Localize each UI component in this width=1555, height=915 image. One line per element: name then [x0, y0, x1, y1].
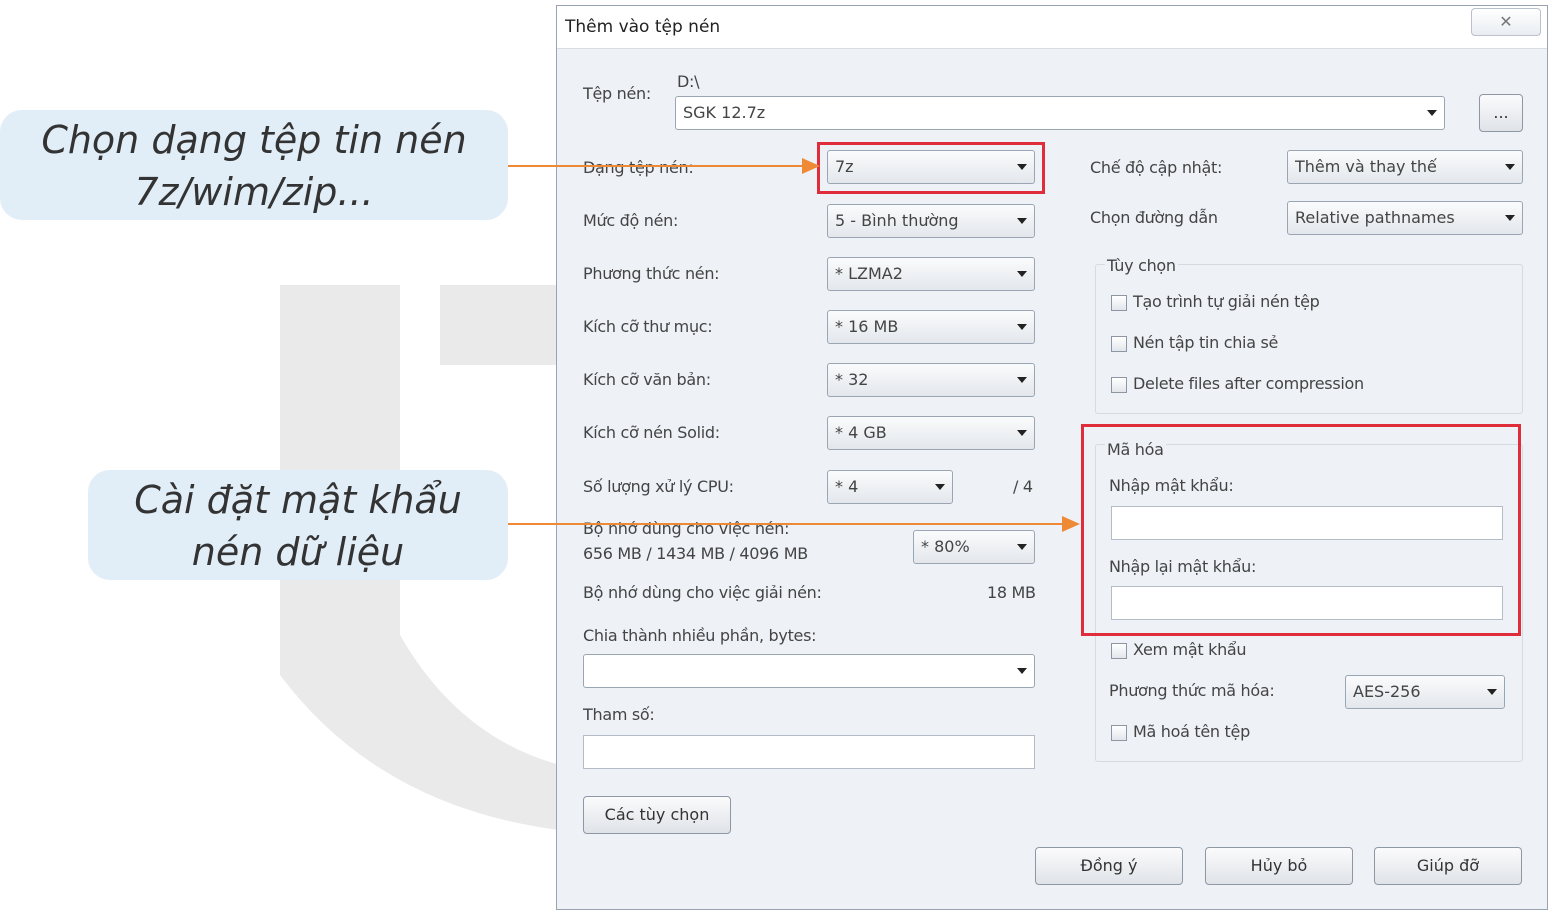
- browse-button[interactable]: ...: [1479, 94, 1523, 132]
- threads-combo[interactable]: * 4: [827, 470, 953, 504]
- checkbox-icon: [1111, 376, 1127, 393]
- callout-password: Cài đặt mật khẩu nén dữ liệu: [88, 470, 508, 580]
- callout-format: Chọn dạng tệp tin nén 7z/wim/zip...: [0, 110, 508, 220]
- callout-format-line1: Chọn dạng tệp tin nén: [41, 118, 467, 162]
- close-button[interactable]: ✕: [1471, 8, 1541, 36]
- options-button[interactable]: Các tùy chọn: [583, 796, 731, 834]
- method-combo[interactable]: * LZMA2: [827, 257, 1035, 291]
- word-label: Kích cỡ văn bản:: [583, 370, 711, 389]
- level-value: 5 - Bình thường: [835, 211, 959, 230]
- show-password-checkbox[interactable]: Xem mật khẩu: [1111, 640, 1247, 662]
- callout-password-line2: nén dữ liệu: [191, 530, 405, 574]
- show-password-label: Xem mật khẩu: [1133, 640, 1247, 659]
- format-label: Dạng tệp nén:: [583, 158, 694, 177]
- params-label: Tham số:: [583, 705, 655, 724]
- mem-decompress-value: 18 MB: [987, 583, 1036, 602]
- chevron-down-icon: [1017, 668, 1027, 674]
- callout-password-line1: Cài đặt mật khẩu: [134, 478, 462, 522]
- option-shared-label: Nén tập tin chia sẻ: [1133, 333, 1279, 352]
- dict-label: Kích cỡ thư mục:: [583, 317, 713, 336]
- encryption-method-value: AES-256: [1353, 682, 1421, 701]
- callout-format-line2: 7z/wim/zip...: [134, 170, 374, 214]
- archive-name-combo[interactable]: SGK 12.7z: [675, 96, 1445, 130]
- help-button[interactable]: Giúp đỡ: [1374, 847, 1522, 885]
- threads-max: / 4: [1013, 477, 1033, 496]
- path-mode-label: Chọn đường dẫn: [1090, 208, 1218, 227]
- chevron-down-icon: [1427, 110, 1437, 116]
- params-input[interactable]: [583, 735, 1035, 769]
- method-label: Phương thức nén:: [583, 264, 720, 283]
- method-value: * LZMA2: [835, 264, 903, 283]
- solid-combo[interactable]: * 4 GB: [827, 416, 1035, 450]
- checkbox-icon: [1111, 294, 1127, 311]
- format-highlight: [817, 142, 1045, 194]
- chevron-down-icon: [1017, 271, 1027, 277]
- archive-label: Tệp nén:: [583, 84, 651, 103]
- option-delete-after-label: Delete files after compression: [1133, 374, 1364, 393]
- threads-label: Số lượng xử lý CPU:: [583, 477, 734, 496]
- chevron-down-icon: [1505, 164, 1515, 170]
- path-mode-combo[interactable]: Relative pathnames: [1287, 201, 1523, 235]
- update-mode-label: Chế độ cập nhật:: [1090, 158, 1223, 177]
- mem-compress-detail: 656 MB / 1434 MB / 4096 MB: [583, 544, 808, 563]
- add-to-archive-dialog: Thêm vào tệp nén ✕ Tệp nén: D:\ SGK 12.7…: [556, 5, 1548, 910]
- ok-button[interactable]: Đồng ý: [1035, 847, 1183, 885]
- chevron-down-icon: [1017, 377, 1027, 383]
- word-combo[interactable]: * 32: [827, 363, 1035, 397]
- chevron-down-icon: [1017, 544, 1027, 550]
- chevron-down-icon: [1487, 689, 1497, 695]
- options-group-title: Tùy chọn: [1105, 256, 1178, 275]
- split-combo[interactable]: [583, 654, 1035, 688]
- update-mode-value: Thêm và thay thế: [1295, 157, 1437, 176]
- chevron-down-icon: [1017, 324, 1027, 330]
- solid-value: * 4 GB: [835, 423, 887, 442]
- chevron-down-icon: [1017, 430, 1027, 436]
- split-label: Chia thành nhiều phần, bytes:: [583, 626, 817, 645]
- mem-compress-combo[interactable]: * 80%: [913, 530, 1035, 564]
- chevron-down-icon: [1505, 215, 1515, 221]
- path-mode-value: Relative pathnames: [1295, 208, 1455, 227]
- threads-value: * 4: [835, 477, 859, 496]
- level-combo[interactable]: 5 - Bình thường: [827, 204, 1035, 238]
- option-sfx-label: Tạo trình tự giải nén tệp: [1133, 292, 1320, 311]
- archive-path: D:\: [677, 72, 700, 91]
- encrypt-names-label: Mã hoá tên tệp: [1133, 722, 1250, 741]
- encrypt-names-checkbox[interactable]: Mã hoá tên tệp: [1111, 722, 1250, 744]
- checkbox-icon: [1111, 724, 1127, 741]
- option-delete-after[interactable]: Delete files after compression: [1111, 374, 1364, 396]
- solid-label: Kích cỡ nén Solid:: [583, 423, 720, 442]
- mem-decompress-label: Bộ nhớ dùng cho việc giải nén:: [583, 583, 822, 602]
- encryption-method-combo[interactable]: AES-256: [1345, 675, 1505, 709]
- dict-combo[interactable]: * 16 MB: [827, 310, 1035, 344]
- archive-name-value: SGK 12.7z: [683, 103, 766, 122]
- dict-value: * 16 MB: [835, 317, 899, 336]
- title-bar: Thêm vào tệp nén ✕: [557, 6, 1547, 49]
- close-icon: ✕: [1499, 12, 1513, 31]
- update-mode-combo[interactable]: Thêm và thay thế: [1287, 150, 1523, 184]
- cancel-button[interactable]: Hủy bỏ: [1205, 847, 1353, 885]
- encryption-method-label: Phương thức mã hóa:: [1109, 681, 1275, 700]
- word-value: * 32: [835, 370, 869, 389]
- level-label: Mức độ nén:: [583, 211, 679, 230]
- chevron-down-icon: [935, 484, 945, 490]
- checkbox-icon: [1111, 335, 1127, 352]
- mem-compress-value: * 80%: [921, 537, 970, 556]
- mem-compress-label: Bộ nhớ dùng cho việc nén:: [583, 519, 790, 538]
- checkbox-icon: [1111, 642, 1127, 659]
- encryption-highlight: [1081, 424, 1521, 636]
- option-sfx[interactable]: Tạo trình tự giải nén tệp: [1111, 292, 1320, 314]
- chevron-down-icon: [1017, 218, 1027, 224]
- option-shared[interactable]: Nén tập tin chia sẻ: [1111, 333, 1278, 355]
- dialog-title: Thêm vào tệp nén: [565, 17, 721, 37]
